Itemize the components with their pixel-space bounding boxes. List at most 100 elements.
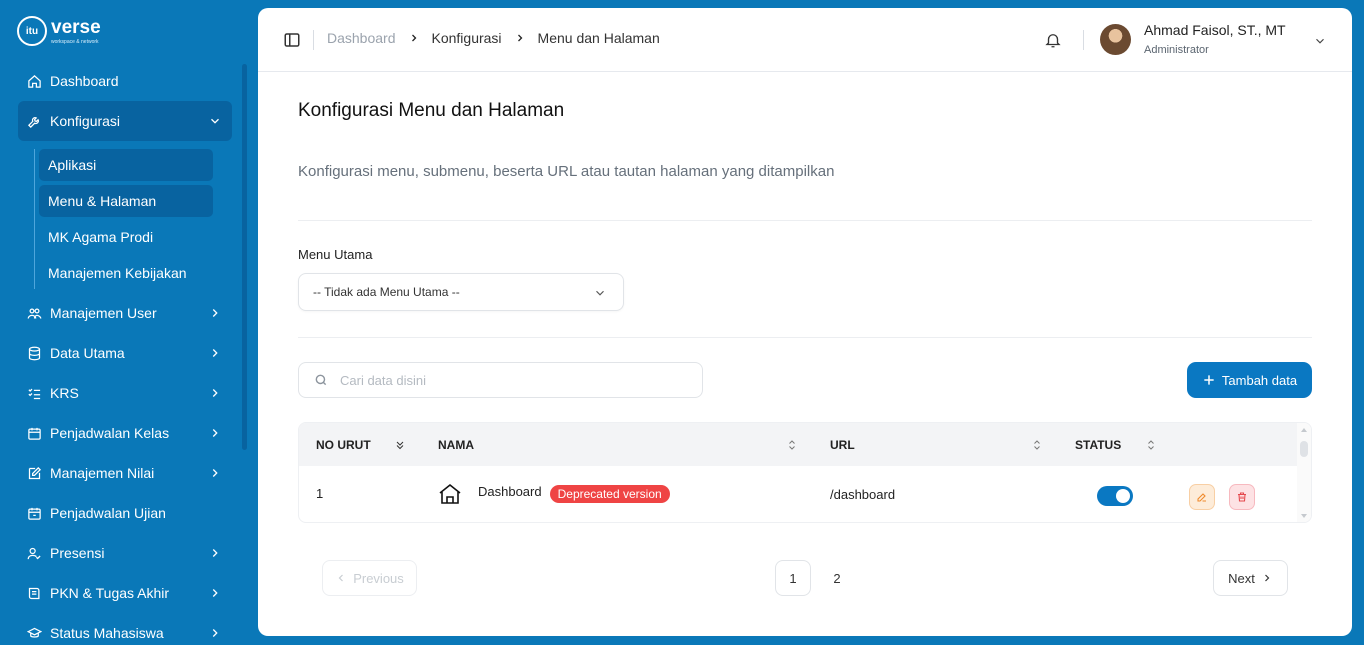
edit-button[interactable] — [1189, 484, 1215, 510]
chevron-right-icon — [212, 549, 218, 557]
breadcrumb-dashboard[interactable]: Dashboard — [327, 30, 396, 46]
sidebar-item-konfigurasi[interactable]: Konfigurasi — [18, 101, 232, 141]
chevron-right-icon — [212, 429, 218, 437]
home-icon — [26, 73, 42, 89]
delete-button[interactable] — [1229, 484, 1255, 510]
previous-label: Previous — [353, 570, 404, 586]
sort-icon[interactable] — [786, 438, 798, 452]
chevron-left-icon — [338, 574, 344, 582]
search-icon — [315, 374, 327, 386]
list-check-icon — [26, 385, 42, 401]
logo-mark: itu — [17, 16, 47, 46]
chevron-right-icon — [212, 589, 218, 597]
data-table: NO URUT NAMA URL STATUS 1 Dashboard Depr… — [298, 422, 1312, 523]
column-header-url[interactable]: URL — [830, 423, 855, 466]
next-page-button[interactable]: Next — [1213, 560, 1288, 596]
cell-url: /dashboard — [830, 487, 896, 502]
page-title: Konfigurasi Menu dan Halaman — [298, 100, 565, 121]
column-header-no-urut[interactable]: NO URUT — [316, 423, 371, 466]
sidebar-item-label: KRS — [50, 385, 79, 401]
bell-icon[interactable] — [1044, 30, 1062, 50]
column-header-nama[interactable]: NAMA — [438, 423, 474, 466]
add-data-button[interactable]: Tambah data — [1187, 362, 1312, 398]
breadcrumb-konfigurasi[interactable]: Konfigurasi — [432, 30, 502, 46]
app-logo[interactable]: itu verse workspace & network — [17, 14, 101, 48]
sidebar-item-status-mahasiswa[interactable]: Status Mahasiswa — [18, 613, 232, 645]
sidebar-item-manajemen-nilai[interactable]: Manajemen Nilai — [18, 453, 232, 493]
chevron-down-icon — [211, 118, 219, 124]
sidebar-item-krs[interactable]: KRS — [18, 373, 232, 413]
status-toggle[interactable] — [1097, 486, 1133, 506]
cell-no-urut: 1 — [316, 486, 324, 501]
divider — [298, 337, 1312, 338]
sidebar-subitem-aplikasi[interactable]: Aplikasi — [39, 149, 213, 181]
top-bar: Dashboard Konfigurasi Menu dan Halaman A… — [258, 8, 1352, 72]
page-description: Konfigurasi menu, submenu, beserta URL a… — [298, 163, 835, 180]
sidebar-item-label: Status Mahasiswa — [50, 625, 164, 641]
sidebar-scrollbar[interactable] — [242, 64, 247, 450]
wrench-icon — [26, 113, 42, 129]
sidebar-item-label: Penjadwalan Kelas — [50, 425, 170, 441]
previous-page-button[interactable]: Previous — [322, 560, 417, 596]
divider — [1083, 30, 1084, 50]
konfigurasi-submenu: Aplikasi Menu & Halaman MK Agama Prodi M… — [34, 149, 232, 289]
search-input[interactable] — [338, 371, 682, 389]
sidebar-item-data-utama[interactable]: Data Utama — [18, 333, 232, 373]
divider — [298, 220, 1312, 221]
sidebar-subitem-menu-halaman[interactable]: Menu & Halaman — [39, 185, 213, 217]
sidebar-item-dashboard[interactable]: Dashboard — [18, 61, 232, 101]
chevron-down-icon[interactable] — [1313, 34, 1327, 48]
deprecated-badge: Deprecated version — [549, 485, 670, 503]
search-box — [298, 362, 703, 398]
breadcrumb-current: Menu dan Halaman — [537, 30, 660, 46]
scroll-up-icon[interactable] — [1301, 428, 1307, 432]
sidebar-item-penjadwalan-kelas[interactable]: Penjadwalan Kelas — [18, 413, 232, 453]
chevron-right-icon — [212, 629, 218, 637]
chevron-right-icon — [212, 389, 218, 397]
chevron-right-icon — [212, 469, 218, 477]
sidebar-subitem-manajemen-kebijakan[interactable]: Manajemen Kebijakan — [39, 257, 213, 289]
pencil-icon — [1197, 493, 1206, 502]
sidebar-nav: Dashboard Konfigurasi Aplikasi Menu & Ha… — [18, 61, 232, 645]
sidebar-item-manajemen-user[interactable]: Manajemen User — [18, 293, 232, 333]
menu-utama-select[interactable]: -- Tidak ada Menu Utama -- — [298, 273, 624, 311]
sidebar-item-label: Dashboard — [50, 73, 119, 89]
user-name[interactable]: Ahmad Faisol, ST., MT — [1144, 22, 1286, 38]
sidebar-toggle-icon[interactable] — [283, 31, 301, 49]
page-2-button[interactable]: 2 — [819, 560, 855, 596]
calendar-icon — [26, 425, 42, 441]
sidebar-item-penjadwalan-ujian[interactable]: Penjadwalan Ujian — [18, 493, 232, 533]
sort-icon[interactable] — [1145, 438, 1157, 452]
logo-word: verse — [51, 16, 101, 38]
sidebar-item-presensi[interactable]: Presensi — [18, 533, 232, 573]
chevron-right-icon — [212, 309, 218, 317]
plus-icon — [1204, 375, 1214, 385]
scroll-down-icon[interactable] — [1301, 514, 1307, 518]
scroll-thumb[interactable] — [1300, 441, 1308, 457]
table-scrollbar[interactable] — [1297, 423, 1311, 522]
logo-tagline: workspace & network — [51, 38, 99, 45]
toggle-knob — [1116, 489, 1130, 503]
table-header: NO URUT NAMA URL STATUS — [299, 423, 1297, 466]
sort-icon[interactable] — [1031, 438, 1043, 452]
table-row: 1 Dashboard Deprecated version /dashboar… — [299, 466, 1297, 522]
home-icon — [439, 483, 461, 504]
book-icon — [26, 585, 42, 601]
database-icon — [26, 345, 42, 361]
cell-nama: Dashboard Deprecated version — [438, 483, 670, 505]
column-header-status[interactable]: STATUS — [1075, 423, 1121, 466]
page-1-button[interactable]: 1 — [775, 560, 811, 596]
trash-icon — [1238, 492, 1246, 502]
sidebar-item-label: Data Utama — [50, 345, 125, 361]
divider — [313, 30, 314, 50]
sidebar-subitem-mk-agama-prodi[interactable]: MK Agama Prodi — [39, 221, 213, 253]
sidebar-item-label: Presensi — [50, 545, 105, 561]
sidebar-item-label: Manajemen Nilai — [50, 465, 155, 481]
menu-utama-selected: -- Tidak ada Menu Utama -- — [313, 285, 460, 299]
users-icon — [26, 305, 42, 321]
avatar[interactable] — [1100, 24, 1131, 55]
sort-descending-icon[interactable] — [394, 438, 406, 452]
edit-icon — [26, 465, 42, 481]
sidebar-item-label: Konfigurasi — [50, 113, 121, 129]
sidebar-item-pkn-tugas-akhir[interactable]: PKN & Tugas Akhir — [18, 573, 232, 613]
